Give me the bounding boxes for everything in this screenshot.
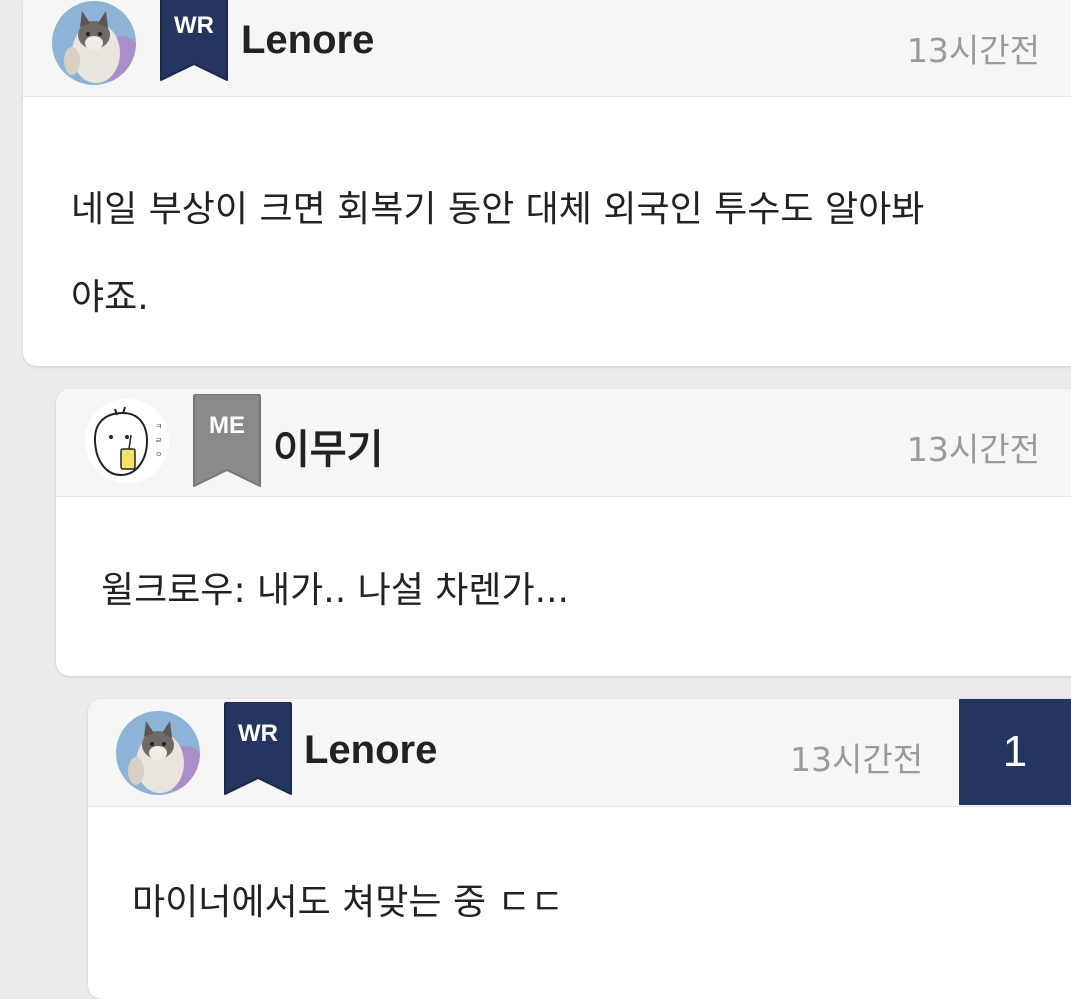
timestamp: 13시간전 xyxy=(906,430,1040,469)
svg-text:ㄹ: ㄹ xyxy=(155,436,162,445)
member-badge: ME xyxy=(191,394,263,487)
badge-label: WR xyxy=(238,720,278,747)
cat-avatar-icon xyxy=(52,1,136,85)
author-name[interactable]: Lenore xyxy=(241,18,374,63)
writer-badge: WR xyxy=(222,702,294,795)
comment-text-line: 야죠. xyxy=(71,277,149,318)
comment-card: ㅋ ㄹ ㅇ ME 이무기 13시간전 윌크로우: 내가.. 나설 차렌가... xyxy=(56,389,1071,676)
comment-header: WR Lenore 13시간전 xyxy=(23,0,1071,97)
comment-text: 윌크로우: 내가.. 나설 차렌가... xyxy=(101,570,569,611)
reply-count-badge[interactable]: 1 xyxy=(959,699,1071,805)
comment-card: WR Lenore 13시간전 1 마이너에서도 쳐맞는 중 ㄷㄷ xyxy=(88,699,1071,999)
comment-text: 네일 부상이 크면 회복기 동안 대체 외국인 투수도 알아봐 야죠. xyxy=(71,166,924,342)
svg-text:ㅋ: ㅋ xyxy=(155,422,162,431)
avatar[interactable] xyxy=(116,711,200,795)
svg-text:ㅇ: ㅇ xyxy=(155,450,162,459)
avatar[interactable]: ㅋ ㄹ ㅇ xyxy=(85,399,169,483)
doodle-avatar-icon: ㅋ ㄹ ㅇ xyxy=(85,399,169,483)
timestamp: 13시간전 xyxy=(790,740,924,779)
author-name[interactable]: 이무기 xyxy=(273,417,383,475)
avatar[interactable] xyxy=(52,1,136,85)
timestamp: 13시간전 xyxy=(906,31,1040,70)
author-name[interactable]: Lenore xyxy=(304,728,437,773)
comment-text: 마이너에서도 쳐맞는 중 ㄷㄷ xyxy=(132,882,564,923)
comment-card: WR Lenore 13시간전 네일 부상이 크면 회복기 동안 대체 외국인 … xyxy=(23,0,1071,366)
badge-label: ME xyxy=(209,412,245,439)
writer-badge: WR xyxy=(158,0,230,81)
comment-header: ㅋ ㄹ ㅇ ME 이무기 13시간전 xyxy=(56,389,1071,497)
cat-avatar-icon xyxy=(116,711,200,795)
comment-text-line: 네일 부상이 크면 회복기 동안 대체 외국인 투수도 알아봐 xyxy=(71,189,925,230)
badge-label: WR xyxy=(174,12,214,39)
comment-header: WR Lenore 13시간전 1 xyxy=(88,699,1071,807)
